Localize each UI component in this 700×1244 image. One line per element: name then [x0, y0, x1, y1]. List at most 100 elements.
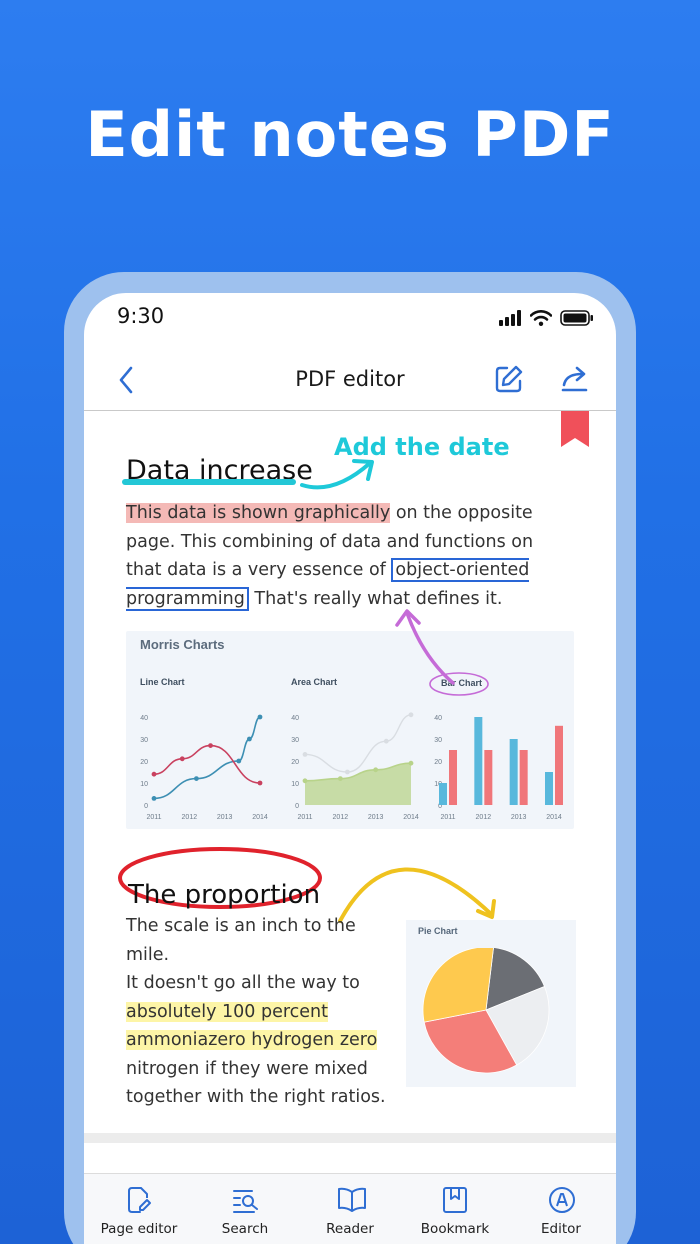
editor-icon	[549, 1187, 575, 1213]
data-point	[247, 736, 252, 742]
heading-the-proportion: The proportion	[128, 880, 321, 910]
x-tick-label: 2012	[182, 814, 198, 821]
cyan-underline	[122, 479, 296, 485]
x-tick-label: 2014	[252, 814, 268, 821]
paragraph-2-line: nitrogen if they were mixed	[126, 1058, 368, 1079]
yellow-highlight[interactable]: absolutely 100 percent	[126, 1001, 329, 1022]
y-tick-label: 10	[140, 781, 148, 788]
status-icons	[498, 310, 594, 326]
tab-editor[interactable]: Editor	[508, 1174, 614, 1244]
area-chart-title: Area Chart	[291, 677, 337, 687]
data-point	[236, 758, 242, 764]
data-point	[383, 738, 389, 744]
paragraph-2-line: together with the right ratios.	[126, 1087, 386, 1107]
line-series	[153, 716, 261, 800]
edit-icon[interactable]	[494, 364, 524, 394]
tab-page-editor[interactable]: Page editor	[86, 1174, 192, 1244]
x-tick-label: 2014	[546, 814, 562, 821]
charts-title: Morris Charts	[140, 637, 225, 652]
morris-charts-card: Morris Charts Line Chart 0 10 20 30 40 2011 20…	[126, 631, 574, 829]
data-point	[179, 756, 185, 762]
y-tick-label: 30	[291, 737, 299, 744]
paragraph-2-line: It doesn't go all the way to	[126, 973, 360, 993]
purple-arrow-annotation	[395, 609, 455, 685]
headline: Edit notes PDF	[85, 98, 615, 171]
area-chart: 0 10 20 30 40 2011 2012 2013 2014	[291, 712, 419, 821]
tab-reader[interactable]: Reader	[297, 1174, 403, 1244]
area-series-line	[304, 714, 412, 773]
bar-chart: 0102030402011 2012 2013 2014	[434, 715, 563, 821]
tab-label: Search	[221, 1221, 269, 1237]
nav-title: PDF editor	[295, 367, 405, 391]
y-tick-label: 40	[291, 715, 299, 722]
y-tick-label: 20	[140, 759, 148, 766]
pie-chart-title: Pie Chart	[418, 926, 458, 936]
bar	[439, 783, 447, 805]
pie-chart-title-text: Pie Chart	[418, 926, 458, 936]
bar	[449, 750, 457, 805]
y-tick-label: 10	[291, 781, 299, 788]
x-tick-label: 2012	[476, 814, 492, 821]
tab-bookmark[interactable]: Bookmark	[402, 1174, 508, 1244]
red-highlight[interactable]: This data is shown graphically	[126, 503, 391, 523]
line-chart-title-text: Line Chart	[140, 677, 185, 687]
phone-screen: 9:30 PDF editor Add the date Data increa…	[84, 293, 616, 1244]
tab-label: Bookmark	[420, 1221, 490, 1237]
x-tick-label: 2012	[333, 814, 349, 821]
y-tick-label: 20	[291, 759, 299, 766]
tab-label: Editor	[541, 1221, 581, 1237]
tab-bar: Page editor Search Reader Bookmark Edito…	[84, 1173, 616, 1244]
tab-label: Reader	[326, 1221, 374, 1237]
data-point	[302, 752, 308, 757]
y-tick-label: 30	[434, 737, 442, 744]
bar	[474, 717, 483, 805]
x-tick-label: 2011	[440, 814, 455, 821]
yellow-highlight[interactable]: ammoniazero hydrogen zero	[126, 1030, 378, 1050]
page-edit-icon	[128, 1187, 151, 1213]
paragraph-2-line: The scale is an inch to the mile.	[126, 916, 356, 965]
x-tick-label: 2011	[297, 814, 312, 821]
data-point	[373, 767, 379, 773]
paragraph-2: The scale is an inch to the mile. It doe…	[126, 912, 396, 1112]
document-page: Add the date Data increase This data is …	[84, 413, 616, 1133]
x-tick-label: 2011	[146, 814, 161, 821]
data-point	[151, 771, 157, 777]
navbar: PDF editor	[84, 351, 616, 411]
area-fill	[305, 763, 411, 805]
x-tick-label: 2013	[368, 814, 384, 821]
y-tick-label: 30	[140, 737, 148, 744]
search-list-icon	[233, 1190, 258, 1213]
data-point	[151, 796, 157, 801]
data-point	[302, 778, 308, 784]
data-point	[257, 780, 263, 786]
share-icon[interactable]	[558, 364, 590, 394]
data-point	[208, 743, 213, 748]
area-chart-title-text: Area Chart	[291, 677, 338, 687]
y-tick-label: 0	[295, 803, 299, 810]
page-divider	[84, 1133, 616, 1143]
status-time: 9:30	[117, 304, 165, 328]
data-point	[194, 776, 199, 781]
wifi-icon	[530, 310, 552, 326]
y-tick-label: 40	[434, 715, 442, 722]
paragraph-1: This data is shown graphically on the op…	[126, 499, 566, 613]
tab-search[interactable]: Search	[192, 1174, 298, 1244]
line-chart-title: Line Chart	[140, 677, 185, 687]
bar	[509, 739, 518, 805]
x-tick-label: 2013	[217, 814, 233, 821]
data-point	[337, 776, 343, 781]
x-tick-label: 2013	[511, 814, 527, 821]
data-point	[408, 712, 414, 718]
battery-icon	[560, 310, 593, 326]
data-point	[408, 760, 414, 766]
book-icon	[338, 1187, 366, 1212]
pie-chart	[422, 948, 550, 1074]
y-tick-label: 20	[434, 759, 442, 766]
tab-label: Page editor	[100, 1221, 178, 1237]
data-point	[257, 714, 263, 720]
y-tick-label: 0	[144, 803, 148, 810]
bar	[545, 772, 553, 805]
status-bar: 9:30	[84, 293, 616, 341]
bookmark-icon	[443, 1187, 467, 1213]
y-tick-label: 40	[140, 715, 148, 722]
